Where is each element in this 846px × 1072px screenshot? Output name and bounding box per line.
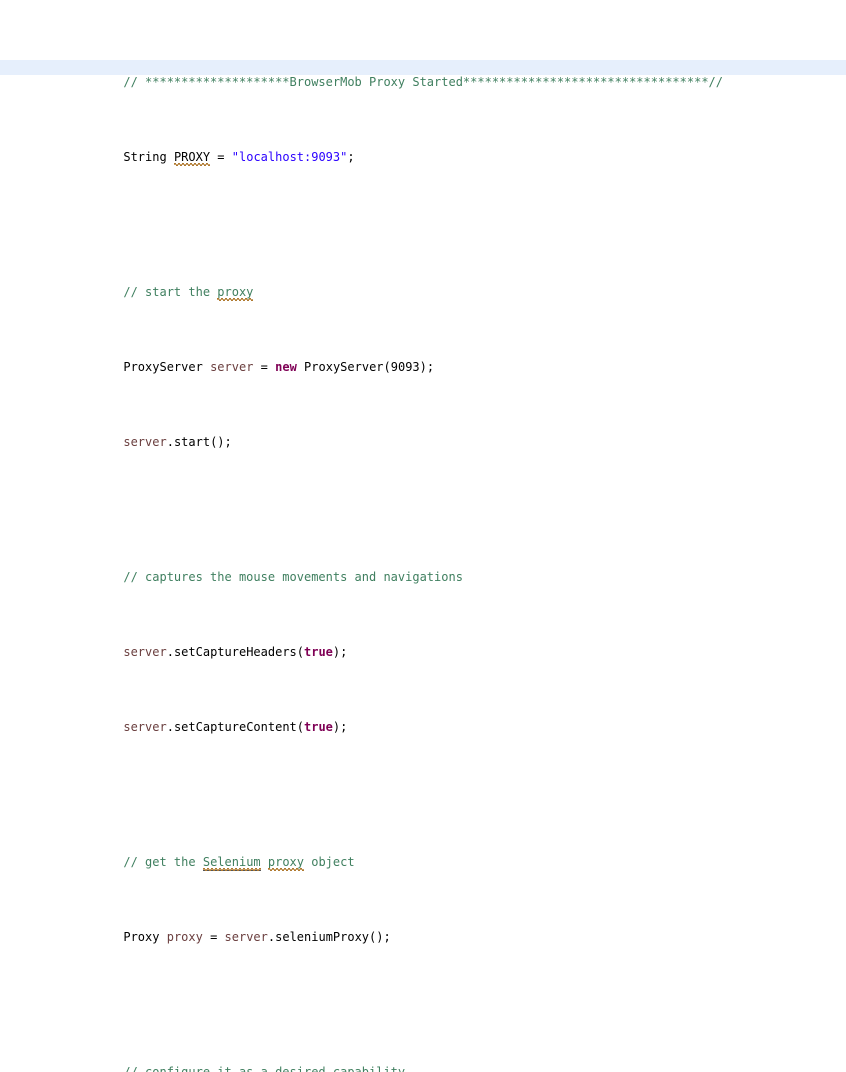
code-line-7-blank	[0, 480, 846, 495]
comment-word-proxy: proxy	[267, 855, 305, 871]
comment-token: // configure it as a desired capability	[123, 1065, 406, 1072]
comment-token: // captures the mouse movements and navi…	[123, 570, 463, 584]
variable-token-proxy: PROXY	[173, 150, 211, 166]
code-editor[interactable]: // ********************BrowserMob Proxy …	[0, 0, 846, 1072]
variable-token-server: server	[210, 360, 254, 374]
variable-token-server: server	[123, 720, 167, 734]
comment-word-selenium: Selenium	[202, 855, 261, 871]
operator-assign: =	[210, 150, 232, 164]
code-line-11-blank	[0, 765, 846, 780]
code-line-5[interactable]: ProxyServer server = new ProxyServer(909…	[0, 345, 846, 374]
code-line-6[interactable]: server.start();	[0, 420, 846, 449]
comment-token-tail: object	[304, 855, 355, 869]
code-line-15[interactable]: // configure it as a desired capability	[0, 1050, 846, 1072]
method-call-start: .start();	[166, 435, 232, 449]
type-token-proxyserver: ProxyServer	[123, 360, 203, 374]
code-line-12[interactable]: // get the Selenium proxy object	[0, 840, 846, 871]
comment-word-proxy: proxy	[217, 285, 254, 301]
code-line-10[interactable]: server.setCaptureContent(true);	[0, 705, 846, 734]
type-token-string: String	[123, 150, 167, 164]
method-call-setcaptureheaders: .setCaptureHeaders(	[166, 645, 304, 659]
code-line-1[interactable]: // ********************BrowserMob Proxy …	[0, 60, 846, 89]
method-call-setcapturecontent: .setCaptureContent(	[166, 720, 304, 734]
code-line-2[interactable]: String PROXY = "localhost:9093";	[0, 135, 846, 166]
code-line-9[interactable]: server.setCaptureHeaders(true);	[0, 630, 846, 659]
ctor-proxyserver: ProxyServer(9093);	[304, 360, 435, 374]
variable-token-server: server	[123, 645, 167, 659]
code-line-8[interactable]: // captures the mouse movements and navi…	[0, 555, 846, 584]
variable-token-proxy: proxy	[166, 930, 203, 944]
keyword-true: true	[304, 645, 333, 659]
variable-token-server: server	[123, 435, 167, 449]
comment-token: // start the	[123, 285, 218, 299]
close-paren: );	[332, 720, 348, 734]
keyword-new: new	[275, 360, 297, 374]
method-call-seleniumproxy: .seleniumProxy();	[267, 930, 391, 944]
code-line-4[interactable]: // start the proxy	[0, 270, 846, 301]
code-lines-container[interactable]: // ********************BrowserMob Proxy …	[0, 0, 846, 1072]
type-token-proxy: Proxy	[123, 930, 160, 944]
keyword-true: true	[304, 720, 333, 734]
code-line-3-blank	[0, 195, 846, 210]
code-line-13[interactable]: Proxy proxy = server.seleniumProxy();	[0, 915, 846, 944]
close-paren: );	[332, 645, 348, 659]
operator-assign: =	[202, 930, 225, 944]
variable-token-server: server	[224, 930, 268, 944]
semicolon: ;	[347, 150, 355, 164]
comment-token: // ********************BrowserMob Proxy …	[123, 75, 724, 89]
code-line-14-blank	[0, 975, 846, 990]
operator-assign: =	[253, 360, 276, 374]
comment-token: // get the	[123, 855, 203, 869]
string-literal-proxy-host: "localhost:9093"	[231, 150, 348, 164]
